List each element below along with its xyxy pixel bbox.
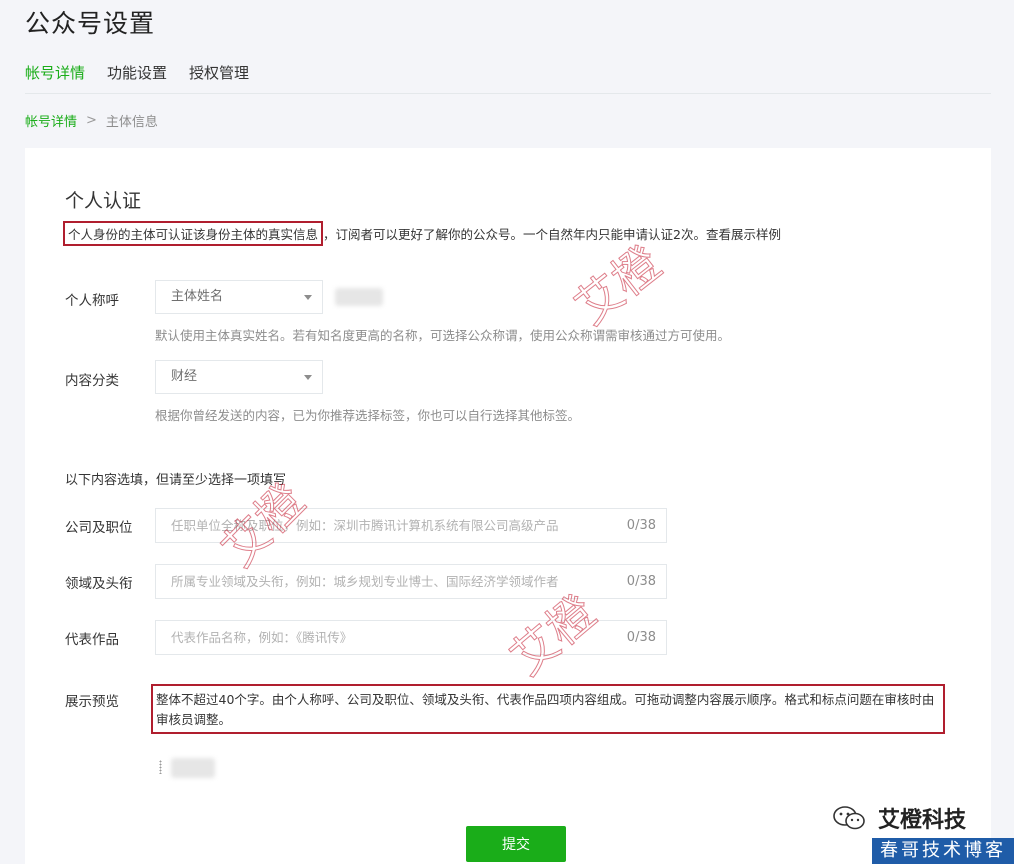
drag-handle-icon[interactable]	[159, 760, 162, 774]
wechat-icon	[832, 804, 868, 832]
field-title-label: 领域及头衔	[65, 576, 133, 592]
auth-card: 个人认证 个人身份的主体可认证该身份主体的真实信息 ，订阅者可以更好了解你的公众号…	[25, 148, 991, 864]
company-input-wrapper: 0/38	[155, 508, 667, 543]
tab-account-details[interactable]: 帐号详情	[25, 62, 85, 83]
breadcrumb: 帐号详情 > 主体信息	[25, 111, 158, 130]
category-tip: 根据你曾经发送的内容，已为你推荐选择标签，你也可以自行选择其他标签。	[155, 408, 581, 423]
tab-feature-settings[interactable]: 功能设置	[107, 62, 167, 83]
field-title-input[interactable]	[156, 565, 611, 598]
field-input-wrapper: 0/38	[155, 564, 667, 599]
company-input[interactable]	[156, 509, 611, 542]
blurred-preview-chip[interactable]	[171, 758, 215, 778]
account-name: 艾橙科技	[878, 808, 967, 833]
chevron-down-icon	[304, 295, 312, 300]
category-label: 内容分类	[65, 373, 119, 389]
blog-badge: 春哥技术博客	[872, 838, 1014, 864]
works-input[interactable]	[156, 621, 611, 654]
category-select[interactable]: 财经	[155, 360, 323, 394]
breadcrumb-separator-icon: >	[86, 113, 97, 128]
name-select-value: 主体姓名	[171, 289, 224, 304]
account-brand: 艾橙科技	[832, 802, 966, 834]
blurred-name	[335, 288, 383, 306]
company-counter: 0/38	[626, 518, 656, 533]
submit-button[interactable]: 提交	[466, 826, 566, 862]
description-highlight: 个人身份的主体可认证该身份主体的真实信息	[63, 221, 324, 246]
optional-hint: 以下内容选填，但请至少选择一项填写	[65, 473, 287, 488]
chevron-down-icon	[304, 375, 312, 380]
company-label: 公司及职位	[65, 520, 133, 536]
field-counter: 0/38	[626, 574, 656, 589]
breadcrumb-account-details[interactable]: 帐号详情	[25, 111, 77, 130]
view-sample-link[interactable]: 查看展示样例	[706, 227, 781, 242]
category-select-value: 财经	[171, 369, 198, 384]
tab-authorization[interactable]: 授权管理	[189, 62, 249, 83]
works-input-wrapper: 0/38	[155, 620, 667, 655]
breadcrumb-current: 主体信息	[105, 115, 158, 130]
works-label: 代表作品	[65, 632, 119, 648]
name-tip: 默认使用主体真实姓名。若有知名度更高的名称，可选择公众称谓，使用公众称谓需审核通…	[155, 328, 731, 343]
section-description: 个人身份的主体可认证该身份主体的真实信息 ，订阅者可以更好了解你的公众号。一个自然…	[63, 221, 781, 246]
name-select[interactable]: 主体姓名	[155, 280, 323, 314]
page-title: 公众号设置	[25, 9, 156, 38]
works-counter: 0/38	[626, 630, 656, 645]
name-label: 个人称呼	[65, 293, 119, 309]
settings-tabs: 帐号详情 功能设置 授权管理	[25, 62, 271, 83]
preview-box: 整体不超过40个字。由个人称呼、公司及职位、领域及头衔、代表作品四项内容组成。可…	[151, 684, 945, 734]
preview-label: 展示预览	[65, 694, 119, 710]
section-title: 个人认证	[65, 190, 142, 212]
tabs-divider	[25, 93, 991, 94]
description-rest: ，订阅者可以更好了解你的公众号。一个自然年内只能申请认证2次。	[323, 227, 706, 242]
